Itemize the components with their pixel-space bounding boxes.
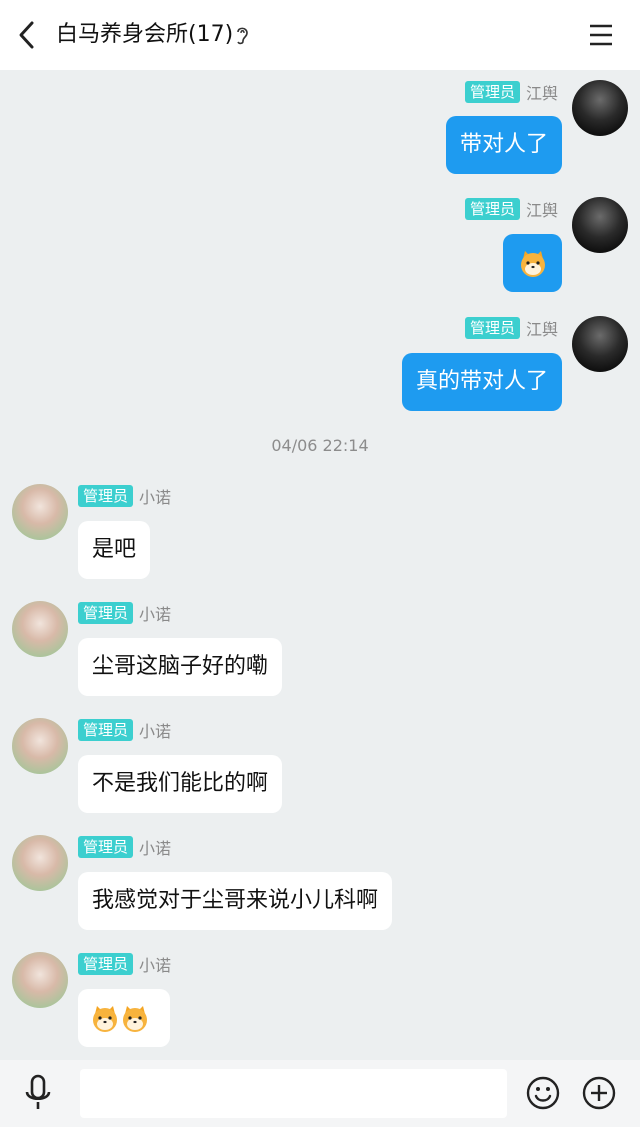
ear-icon (237, 27, 248, 45)
message-bubble-received[interactable]: 尘哥这脑子好的嘞 (78, 638, 283, 696)
message-meta: 管理员 江舆 (464, 81, 558, 103)
admin-badge: 管理员 (78, 953, 134, 975)
sender-name: 小诺 (139, 605, 172, 624)
shiba-dog-emoji (93, 1006, 117, 1032)
avatar-xiaonuo[interactable] (12, 835, 68, 891)
sender-name: 小诺 (139, 488, 172, 507)
avatar-xiaonuo[interactable] (12, 601, 68, 657)
avatar-xiaonuo[interactable] (12, 484, 68, 540)
admin-badge: 管理员 (78, 602, 134, 624)
shiba-dog-emoji (520, 251, 545, 277)
message-bubble-received[interactable]: 是吧 (78, 521, 151, 579)
message-meta: 管理员 小诺 (78, 485, 171, 507)
smiley-icon[interactable] (526, 1076, 560, 1110)
plus-circle-icon[interactable] (582, 1076, 616, 1110)
sender-name: 小诺 (139, 722, 172, 741)
message-bubble-sent[interactable]: 真的带对人了 (401, 353, 562, 411)
message-meta: 管理员 小诺 (78, 719, 171, 741)
chat-header: 白马养身会所(17) (0, 0, 640, 70)
input-bar (0, 1060, 640, 1127)
avatar-jiangyu[interactable] (572, 80, 628, 136)
message-bubble-received[interactable]: 我感觉对于尘哥来说小儿科啊 (78, 872, 393, 930)
message-input[interactable] (80, 1069, 507, 1118)
message-meta: 管理员 小诺 (78, 602, 171, 624)
admin-badge: 管理员 (464, 317, 520, 339)
message-meta: 管理员 江舆 (464, 198, 558, 220)
message-meta: 管理员 江舆 (464, 317, 558, 339)
avatar-jiangyu[interactable] (572, 197, 628, 253)
message-meta: 管理员 小诺 (78, 836, 171, 858)
sender-name: 江舆 (525, 320, 558, 339)
admin-badge: 管理员 (464, 198, 520, 220)
message-bubble-sent[interactable]: 带对人了 (445, 116, 562, 174)
message-meta: 管理员 小诺 (78, 953, 171, 975)
admin-badge: 管理员 (78, 719, 134, 741)
microphone-icon[interactable] (22, 1074, 54, 1112)
message-list[interactable]: 管理员 江舆 带对人了 管理员 江舆 管理员 江舆 真的带对人了 04/06 2… (0, 70, 640, 1060)
message-bubble-received[interactable]: 不是我们能比的啊 (78, 755, 283, 813)
sender-name: 小诺 (139, 839, 172, 858)
avatar-xiaonuo[interactable] (12, 718, 68, 774)
chat-timestamp: 04/06 22:14 (271, 436, 369, 455)
message-bubble-sent-emoji[interactable] (503, 234, 562, 292)
avatar-xiaonuo[interactable] (12, 952, 68, 1008)
back-button[interactable] (12, 18, 42, 52)
hamburger-menu-icon[interactable] (586, 20, 616, 50)
avatar-jiangyu[interactable] (572, 316, 628, 372)
sender-name: 江舆 (525, 84, 558, 103)
message-bubble-received-emoji[interactable] (78, 989, 170, 1047)
admin-badge: 管理员 (464, 81, 520, 103)
sender-name: 小诺 (139, 956, 172, 975)
shiba-dog-emoji (123, 1006, 147, 1032)
admin-badge: 管理员 (78, 485, 134, 507)
admin-badge: 管理员 (78, 836, 134, 858)
sender-name: 江舆 (525, 201, 558, 220)
chat-title[interactable]: 白马养身会所(17) (56, 18, 233, 52)
